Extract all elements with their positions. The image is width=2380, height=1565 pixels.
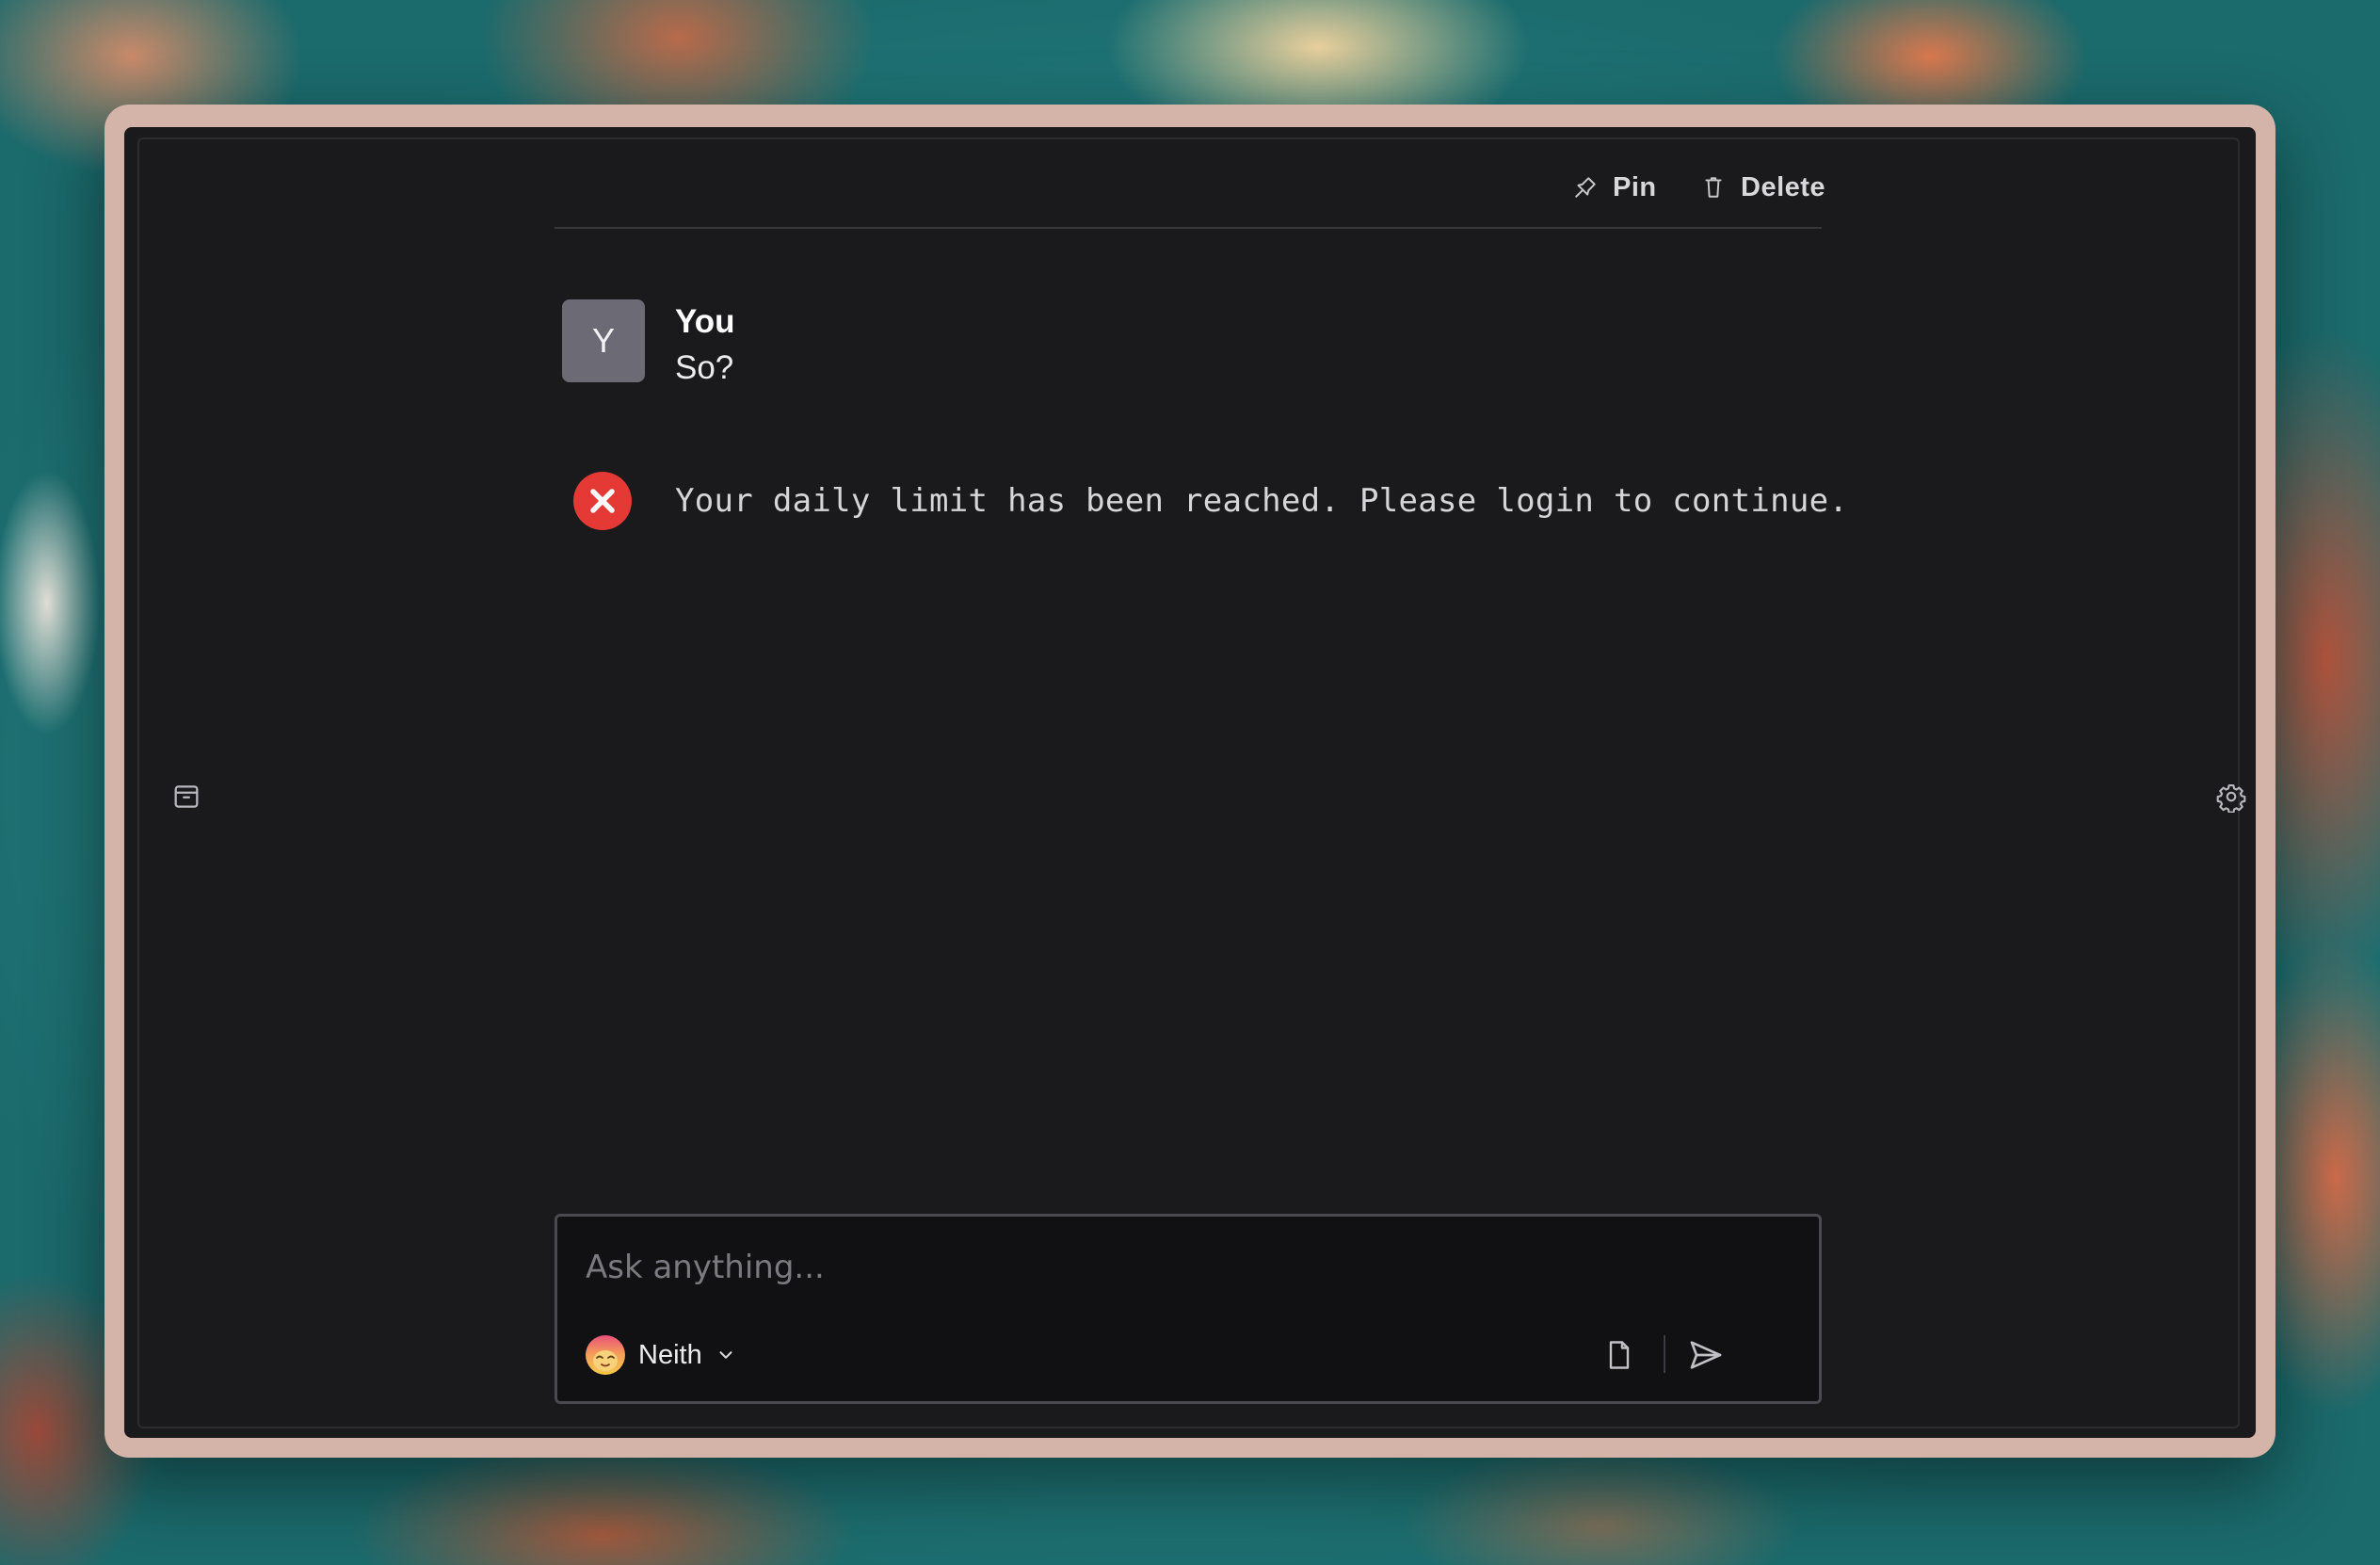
attach-file-button[interactable] <box>1602 1338 1636 1372</box>
send-button[interactable] <box>1687 1336 1725 1374</box>
app-window-frame: Pin Delete Y You So? Your daily limit ha… <box>105 105 2275 1458</box>
chat-column: Pin Delete Y You So? Your daily limit ha… <box>555 127 1848 1438</box>
message-text: So? <box>675 349 734 386</box>
pin-icon <box>1573 175 1598 200</box>
send-icon <box>1687 1336 1725 1374</box>
delete-button[interactable]: Delete <box>1701 169 1825 206</box>
chevron-down-icon <box>716 1345 736 1365</box>
chat-input[interactable] <box>586 1239 1791 1296</box>
message-author: You <box>675 303 735 340</box>
model-avatar-icon <box>586 1335 625 1375</box>
model-name: Neith <box>638 1339 702 1370</box>
error-text: Your daily limit has been reached. Pleas… <box>675 482 1849 520</box>
message-content: You So? <box>675 299 735 392</box>
error-x-icon <box>573 472 632 530</box>
file-icon <box>1602 1338 1636 1372</box>
user-message: Y You So? <box>562 299 735 392</box>
composer-divider <box>1664 1335 1665 1373</box>
trash-icon <box>1701 175 1726 200</box>
chat-toolbar: Pin Delete <box>555 127 1825 229</box>
delete-label: Delete <box>1741 171 1826 202</box>
user-avatar: Y <box>562 299 645 382</box>
pin-button[interactable]: Pin <box>1573 169 1657 206</box>
archive-icon[interactable] <box>170 781 202 813</box>
model-selector[interactable]: Neith <box>586 1334 736 1376</box>
error-message: Your daily limit has been reached. Pleas… <box>573 472 1848 530</box>
app-window: Pin Delete Y You So? Your daily limit ha… <box>124 127 2256 1438</box>
pin-label: Pin <box>1613 171 1657 202</box>
message-composer: Neith <box>555 1214 1822 1404</box>
settings-gear-icon[interactable] <box>2215 781 2247 813</box>
